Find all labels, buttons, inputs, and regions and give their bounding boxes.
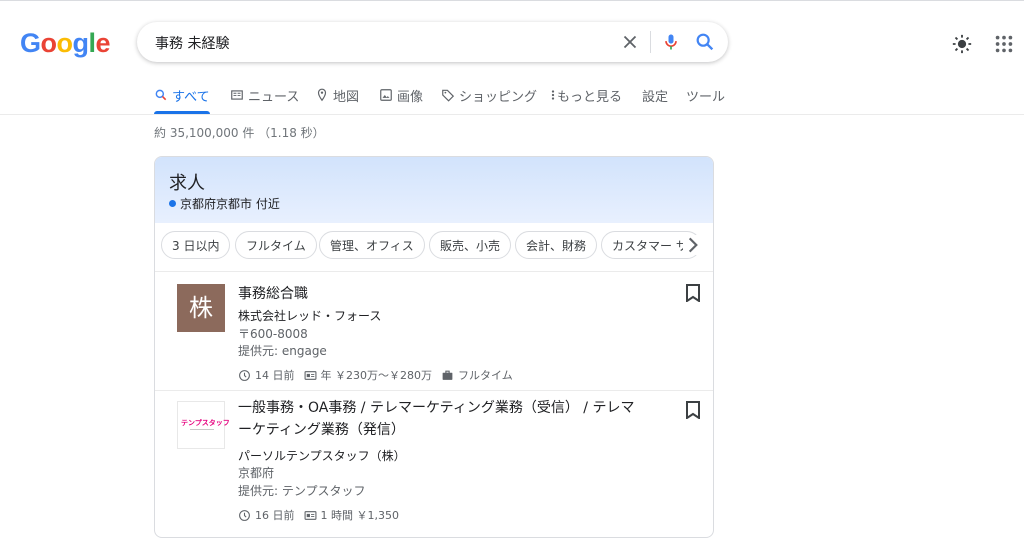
- company-logo-text: テンプスタッフ: [181, 419, 230, 427]
- job-company: パーソルテンプスタッフ（株）: [238, 449, 406, 463]
- tab-images[interactable]: 画像: [379, 86, 423, 114]
- job-salary: 年 ￥230万～￥280万: [320, 369, 433, 382]
- job-listing[interactable]: テンプスタッフ 一般事務・OA事務 / テレマーケティング業務（受信） / テレ…: [155, 391, 713, 537]
- jobs-location-label: 京都府京都市 付近: [180, 197, 280, 211]
- logo-underline: [190, 429, 214, 430]
- clear-icon[interactable]: [619, 31, 641, 53]
- tab-maps[interactable]: 地図: [315, 86, 359, 114]
- filter-chip[interactable]: 3 日以内: [161, 231, 231, 259]
- more-vert-icon: [551, 90, 555, 100]
- tab-tools[interactable]: ツール: [686, 86, 725, 114]
- job-source: 提供元: engage: [238, 344, 327, 358]
- tabs-divider: [0, 114, 1024, 115]
- company-logo: 株: [177, 284, 225, 332]
- tag-icon: [442, 89, 455, 102]
- search-box[interactable]: 事務 未経験: [137, 22, 728, 62]
- clock-icon: [239, 369, 250, 381]
- image-icon: [380, 89, 392, 101]
- filter-chip[interactable]: 管理、オフィス: [319, 231, 425, 259]
- job-posted: 16 日前: [255, 509, 295, 522]
- salary-icon: [304, 510, 316, 520]
- job-listing[interactable]: 株 事務総合職 株式会社レッド・フォース 〒600-8008 提供元: enga…: [155, 272, 713, 391]
- bookmark-icon[interactable]: [685, 284, 701, 302]
- tab-label: ツール: [686, 90, 726, 105]
- filter-chips: 3 日以内 フルタイム 管理、オフィス 販売、小売 会計、財務 カスタマー サ: [155, 223, 713, 272]
- job-company: 株式会社レッド・フォース: [238, 309, 382, 323]
- top-divider: [0, 0, 1024, 1]
- job-source: 提供元: テンプスタッフ: [238, 484, 366, 498]
- job-location: 京都府: [238, 466, 275, 480]
- dark-mode-toggle-icon[interactable]: [951, 33, 973, 55]
- jobs-card-header[interactable]: 求人 京都府京都市 付近: [155, 157, 713, 223]
- job-title: 一般事務・OA事務 / テレマーケティング業務（受信） / テレマーケティング業…: [238, 400, 635, 438]
- search-icon[interactable]: [694, 31, 716, 53]
- job-salary: 1 時間 ￥1,350: [320, 509, 399, 522]
- tab-more[interactable]: もっと見る: [549, 86, 622, 114]
- tab-shopping[interactable]: ショッピング: [441, 86, 537, 114]
- briefcase-icon: [442, 370, 453, 380]
- jobs-card-title: 求人: [169, 173, 205, 194]
- logo-letter: l: [88, 28, 97, 58]
- job-location: 〒600-8008: [238, 327, 308, 341]
- filter-chip[interactable]: 販売、小売: [429, 231, 512, 259]
- news-icon: [231, 90, 243, 100]
- bookmark-icon[interactable]: [685, 401, 701, 419]
- location-dot-icon: [169, 200, 176, 207]
- clock-icon: [239, 509, 250, 521]
- job-meta: 14 日前 年 ￥230万～￥280万 フルタイム: [238, 367, 513, 383]
- chevron-right-icon[interactable]: [683, 235, 703, 255]
- tab-label: ショッピング: [459, 90, 538, 105]
- logo-letter: g: [72, 28, 90, 58]
- tab-label: 設定: [642, 90, 669, 105]
- search-icon: [155, 89, 167, 101]
- tab-label: ニュース: [248, 90, 300, 105]
- tab-label: すべて: [172, 90, 210, 105]
- result-stats: 約 35,100,000 件 （1.18 秒）: [154, 126, 325, 140]
- logo-letter: o: [56, 28, 74, 58]
- google-logo[interactable]: Google: [20, 28, 111, 59]
- logo-letter: o: [40, 28, 58, 58]
- tab-settings[interactable]: 設定: [642, 86, 668, 114]
- logo-letter: e: [95, 28, 111, 58]
- salary-icon: [304, 370, 316, 380]
- job-meta: 16 日前 1 時間 ￥1,350: [238, 507, 399, 523]
- job-title: 事務総合職: [238, 286, 308, 302]
- search-divider: [650, 31, 651, 53]
- tab-label: もっと見る: [557, 90, 623, 105]
- filter-chip[interactable]: フルタイム: [235, 231, 317, 259]
- search-input[interactable]: 事務 未経験: [155, 33, 229, 53]
- tab-all[interactable]: すべて: [154, 86, 210, 114]
- apps-grid-icon[interactable]: [993, 33, 1015, 55]
- map-pin-icon: [317, 88, 327, 102]
- logo-letter: G: [20, 28, 41, 58]
- tab-label: 地図: [333, 90, 360, 105]
- jobs-card: 求人 京都府京都市 付近 3 日以内 フルタイム 管理、オフィス 販売、小売 会…: [154, 156, 714, 538]
- company-logo: テンプスタッフ: [177, 401, 230, 449]
- job-type: フルタイム: [458, 369, 513, 382]
- microphone-icon[interactable]: [661, 31, 681, 53]
- job-posted: 14 日前: [255, 369, 295, 382]
- jobs-location: 京都府京都市 付近: [169, 195, 280, 212]
- tab-label: 画像: [397, 90, 424, 105]
- tab-news[interactable]: ニュース: [230, 86, 299, 114]
- filter-chip[interactable]: 会計、財務: [515, 231, 598, 259]
